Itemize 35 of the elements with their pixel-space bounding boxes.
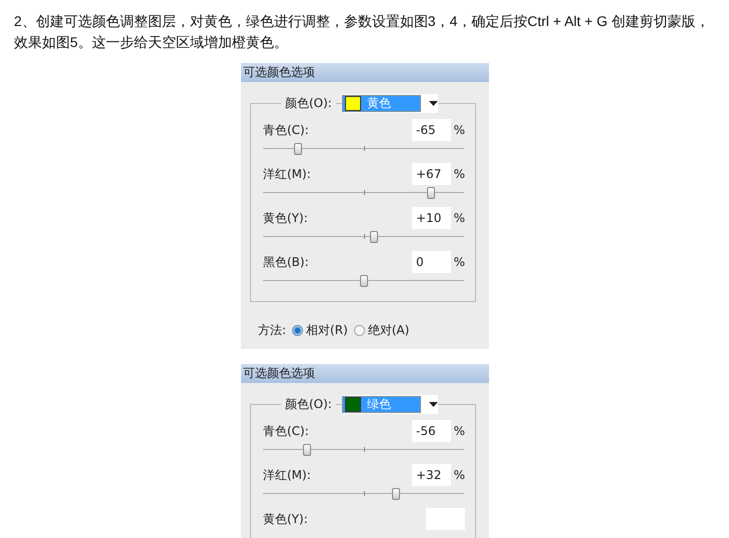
slider-label: 黄色(Y): <box>263 210 309 226</box>
slider-thumb[interactable] <box>392 488 400 500</box>
slider-label: 洋红(M): <box>263 466 312 484</box>
caret-icon <box>428 402 438 407</box>
percent-unit: % <box>452 424 465 438</box>
percent-unit: % <box>452 167 465 181</box>
slider-label: 青色(C): <box>263 422 310 440</box>
value-field[interactable]: +32 <box>412 464 451 486</box>
value-field[interactable]: -56 <box>412 420 451 442</box>
slider-label: 洋红(M): <box>263 166 312 182</box>
percent-unit: % <box>452 211 465 225</box>
slider-thumb[interactable] <box>303 444 312 456</box>
slider-label: 青色(C): <box>263 122 310 138</box>
dialog-title: 可选颜色选项 <box>243 366 315 380</box>
radio-option[interactable]: 相对(R) <box>292 322 348 339</box>
color-label: 颜色(O): <box>281 95 336 112</box>
caret-icon <box>428 101 438 106</box>
value-field[interactable]: +67 <box>412 163 451 185</box>
slider-thumb[interactable] <box>370 231 378 243</box>
value-field[interactable]: +10 <box>412 207 451 229</box>
slider-label: 黄色(Y): <box>263 510 309 528</box>
color-label: 颜色(O): <box>281 396 336 413</box>
method-label: 方法: <box>258 322 286 339</box>
slider-thumb[interactable] <box>426 187 435 199</box>
percent-unit: % <box>452 255 465 269</box>
value-field[interactable]: -65 <box>412 119 451 141</box>
percent-unit: % <box>452 123 465 137</box>
slider-thumb[interactable] <box>294 143 302 155</box>
percent-unit: % <box>452 468 465 482</box>
article-paragraph: 2、创建可选颜色调整图层，对黄色，绿色进行调整，参数设置如图3，4，确定后按Ctrl + Alt + G 创建剪切蒙版，效果如图5。这一步给天空区域增加橙黄色。 <box>13 12 710 52</box>
dialog-title: 可选颜色选项 <box>243 65 315 79</box>
value-field[interactable]: 0 <box>412 251 451 273</box>
slider-label: 黑色(B): <box>263 254 310 270</box>
slider-thumb[interactable] <box>360 275 368 287</box>
radio-option[interactable]: 绝对(A) <box>354 322 410 339</box>
